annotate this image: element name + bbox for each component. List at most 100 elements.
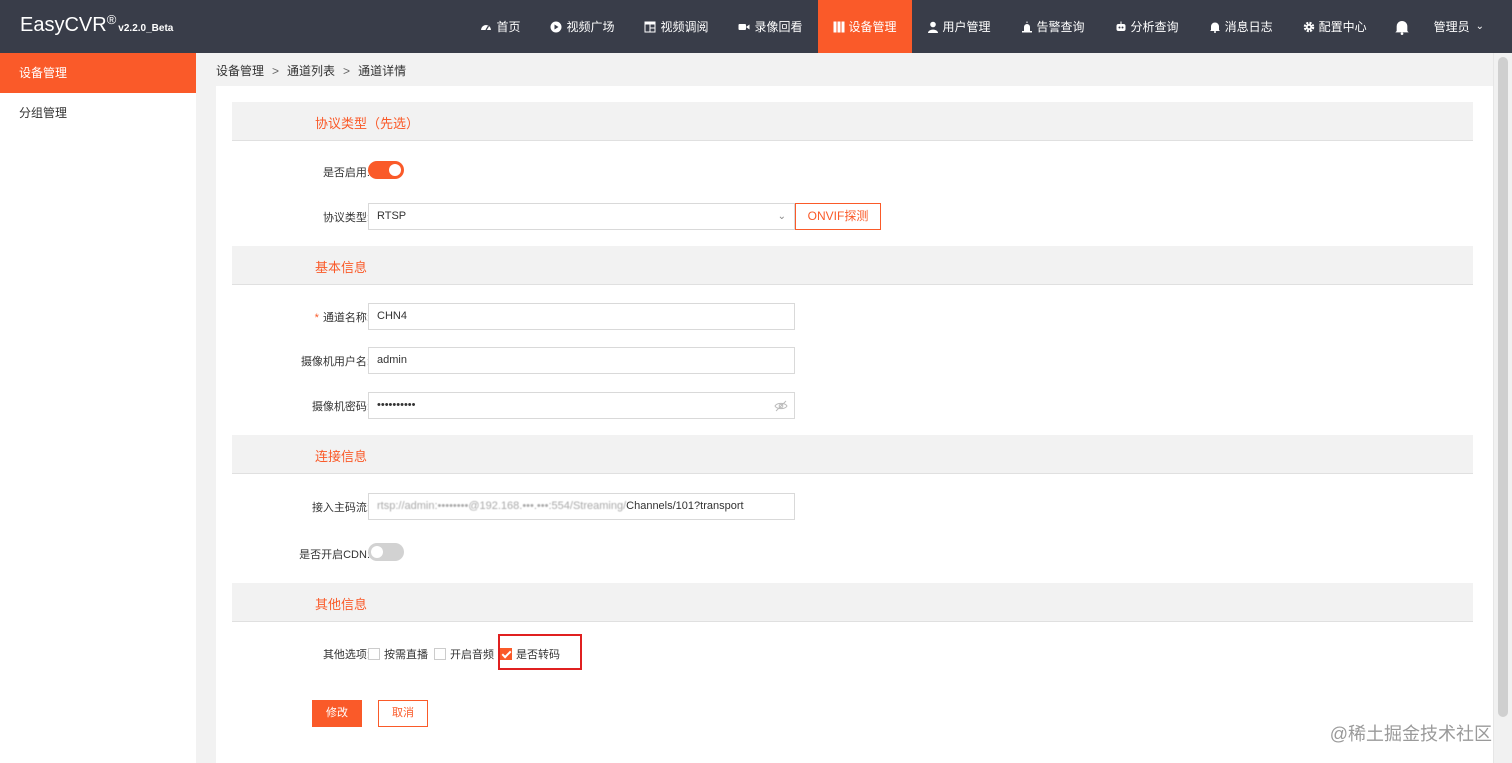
nav-home[interactable]: 首页 bbox=[465, 0, 535, 53]
protocol-label: 协议类型: bbox=[322, 212, 370, 224]
user-icon bbox=[927, 21, 938, 33]
checkbox-on-demand-live[interactable]: 按需直播 bbox=[368, 646, 428, 662]
row-camera-user: 摄像机用户名: admin bbox=[232, 347, 1473, 375]
app-logo[interactable]: EasyCVR®v2.2.0_Beta bbox=[20, 12, 173, 37]
top-nav: 首页 视频广场 视频调阅 录像回看 设备管理 用户管理 告警查询 分析查询 消息… bbox=[465, 0, 1512, 53]
section-protocol-title: 协议类型（先选） bbox=[315, 116, 420, 131]
sidebar-item-device-management[interactable]: 设备管理 bbox=[0, 53, 196, 93]
gear-icon bbox=[1303, 21, 1314, 32]
cancel-button[interactable]: 取消 bbox=[378, 700, 428, 727]
row-other-options: 其他选项: 按需直播 开启音频 是否转码 bbox=[232, 640, 1473, 668]
other-options-group: 按需直播 开启音频 是否转码 bbox=[368, 640, 566, 668]
notification-button[interactable] bbox=[1382, 0, 1422, 53]
nav-config-center-label: 配置中心 bbox=[1318, 20, 1367, 34]
breadcrumb: 设备管理 > 通道列表 > 通道详情 bbox=[216, 62, 406, 79]
nav-device-management[interactable]: 设备管理 bbox=[817, 0, 912, 53]
channel-name-input[interactable]: CHN4 bbox=[368, 303, 795, 330]
sidebar: 设备管理 分组管理 bbox=[0, 53, 196, 763]
cdn-toggle[interactable] bbox=[368, 543, 404, 561]
channel-name-label-text: 通道名称: bbox=[322, 312, 370, 324]
camera-username-input[interactable]: admin bbox=[368, 347, 795, 374]
admin-menu[interactable]: 管理员 ⌄ bbox=[1422, 0, 1512, 53]
nav-video-view-label: 视频调阅 bbox=[660, 20, 709, 34]
sidebar-item-group-management[interactable]: 分组管理 bbox=[0, 93, 196, 133]
required-mark: * bbox=[314, 312, 319, 324]
section-connection-title: 连接信息 bbox=[315, 449, 368, 464]
row-enabled: 是否启用: bbox=[232, 158, 1473, 186]
row-protocol: 协议类型: RTSP ⌄ ONVIF探测 bbox=[232, 203, 1473, 231]
nav-video-square[interactable]: 视频广场 bbox=[535, 0, 629, 53]
bell-icon bbox=[1394, 20, 1409, 35]
nav-video-square-label: 视频广场 bbox=[566, 20, 615, 34]
nav-video-view[interactable]: 视频调阅 bbox=[629, 0, 723, 53]
admin-label: 管理员 bbox=[1433, 20, 1470, 34]
section-connection: 连接信息 bbox=[232, 435, 1473, 474]
nav-playback[interactable]: 录像回看 bbox=[723, 0, 817, 53]
main-stream-value: Channels/101?transport bbox=[626, 500, 744, 512]
nav-user-management-label: 用户管理 bbox=[942, 20, 991, 34]
dashboard-icon bbox=[481, 24, 492, 30]
section-basic-title: 基本信息 bbox=[315, 260, 368, 275]
section-other-title: 其他信息 bbox=[315, 597, 368, 612]
submit-button[interactable]: 修改 bbox=[312, 700, 362, 727]
nav-analysis-query-label: 分析查询 bbox=[1130, 20, 1179, 34]
breadcrumb-item-device-management[interactable]: 设备管理 bbox=[216, 64, 264, 78]
row-channel-name: * 通道名称: CHN4 bbox=[232, 303, 1473, 331]
main-stream-label: 接入主码流: bbox=[311, 502, 370, 514]
checkbox-enable-audio-label: 开启音频 bbox=[450, 649, 494, 661]
bell-icon bbox=[1209, 22, 1220, 33]
vertical-scrollbar[interactable] bbox=[1493, 53, 1512, 763]
row-camera-password: 摄像机密码: •••••••••• bbox=[232, 392, 1473, 420]
section-protocol: 协议类型（先选） bbox=[232, 102, 1473, 141]
row-cdn: 是否开启CDN: bbox=[232, 540, 1473, 568]
nav-analysis-query[interactable]: 分析查询 bbox=[1100, 0, 1194, 53]
camera-password-input[interactable]: •••••••••• bbox=[368, 392, 795, 419]
columns-icon bbox=[833, 21, 844, 32]
check-icon bbox=[500, 648, 512, 660]
logo-mark: ® bbox=[106, 12, 117, 27]
protocol-select[interactable]: RTSP ⌄ bbox=[368, 203, 795, 230]
checkbox-transcode-label: 是否转码 bbox=[516, 649, 560, 661]
breadcrumb-item-channel-list[interactable]: 通道列表 bbox=[287, 64, 335, 78]
checkbox-box bbox=[434, 648, 446, 660]
alarm-icon bbox=[1021, 21, 1032, 32]
top-header: EasyCVR®v2.2.0_Beta 首页 视频广场 视频调阅 录像回看 设备… bbox=[0, 0, 1512, 53]
nav-playback-label: 录像回看 bbox=[754, 20, 803, 34]
robot-icon bbox=[1116, 21, 1126, 31]
nav-alarm-query-label: 告警查询 bbox=[1036, 20, 1085, 34]
checkbox-enable-audio[interactable]: 开启音频 bbox=[434, 646, 494, 662]
breadcrumb-separator: > bbox=[343, 64, 351, 78]
eye-off-icon[interactable] bbox=[774, 399, 788, 413]
scrollbar-thumb[interactable] bbox=[1498, 57, 1508, 717]
password-value: •••••••••• bbox=[377, 399, 416, 411]
main-stream-value-blurred: rtsp://admin:••••••••@192.168.•••.•••:55… bbox=[377, 500, 627, 512]
nav-home-label: 首页 bbox=[496, 20, 521, 34]
logo-text: EasyCVR bbox=[20, 14, 107, 36]
play-circle-icon bbox=[550, 21, 562, 32]
main-stream-input[interactable]: rtsp://admin:••••••••@192.168.•••.•••:55… bbox=[368, 493, 795, 520]
checkbox-box bbox=[368, 648, 380, 660]
breadcrumb-item-channel-detail: 通道详情 bbox=[358, 64, 407, 78]
nav-message-log[interactable]: 消息日志 bbox=[1194, 0, 1288, 53]
nav-device-management-label: 设备管理 bbox=[848, 20, 897, 34]
nav-message-log-label: 消息日志 bbox=[1224, 20, 1273, 34]
layout-icon bbox=[644, 21, 656, 32]
checkbox-on-demand-live-label: 按需直播 bbox=[384, 649, 428, 661]
nav-user-management[interactable]: 用户管理 bbox=[912, 0, 1006, 53]
enabled-toggle[interactable] bbox=[368, 161, 404, 179]
checkbox-transcode[interactable]: 是否转码 bbox=[500, 646, 560, 662]
other-options-label: 其他选项: bbox=[322, 649, 370, 661]
cdn-label: 是否开启CDN: bbox=[299, 549, 370, 561]
video-camera-icon bbox=[738, 23, 750, 30]
toggle-knob bbox=[371, 546, 383, 558]
nav-alarm-query[interactable]: 告警查询 bbox=[1006, 0, 1100, 53]
watermark: @稀土掘金技术社区 bbox=[1329, 724, 1492, 744]
breadcrumb-separator: > bbox=[272, 64, 280, 78]
section-other: 其他信息 bbox=[232, 583, 1473, 622]
section-basic: 基本信息 bbox=[232, 246, 1473, 285]
onvif-detect-button[interactable]: ONVIF探测 bbox=[795, 203, 881, 230]
nav-config-center[interactable]: 配置中心 bbox=[1288, 0, 1382, 53]
toggle-knob bbox=[389, 164, 401, 176]
camera-password-label: 摄像机密码: bbox=[311, 401, 370, 413]
row-main-stream: 接入主码流: rtsp://admin:••••••••@192.168.•••… bbox=[232, 493, 1473, 521]
